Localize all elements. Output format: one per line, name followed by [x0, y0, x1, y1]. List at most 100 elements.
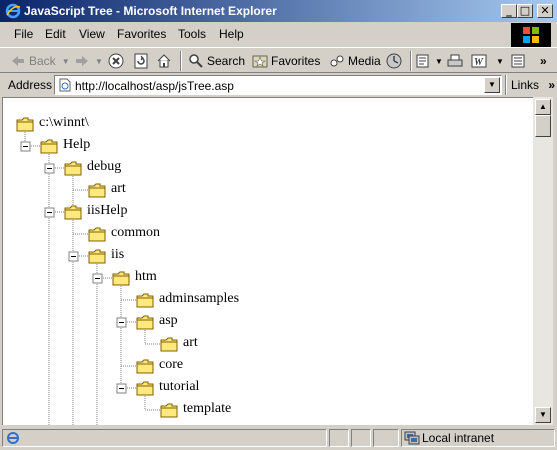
tree-node-label[interactable]: common — [111, 225, 160, 241]
links-chevron: » — [548, 78, 556, 92]
menu-favorites[interactable]: Favorites — [117, 27, 166, 41]
tree-node-label[interactable]: tutorial — [159, 379, 199, 395]
menu-help[interactable]: Help — [219, 27, 244, 41]
links-button[interactable]: Links » — [511, 78, 555, 92]
address-field[interactable]: http://localhost/asp/jsTree.asp ▼ — [54, 75, 502, 95]
search-icon — [189, 54, 203, 68]
favorites-label: Favorites — [271, 54, 321, 68]
scroll-thumb[interactable] — [535, 115, 551, 137]
tree-node-label[interactable]: iis — [111, 247, 124, 263]
links-label: Links — [511, 78, 540, 92]
mail-icon — [416, 54, 429, 68]
folder-icon[interactable] — [88, 249, 106, 264]
media-button[interactable]: Media — [329, 52, 381, 70]
discuss-icon — [511, 54, 525, 68]
favorites-button[interactable]: Favorites — [252, 52, 320, 70]
mail-dropdown-icon[interactable]: ▼ — [435, 57, 443, 66]
maximize-button[interactable]: □ — [517, 4, 533, 18]
ie-logo-icon — [5, 3, 21, 19]
standard-toolbar: Back ▼ ▼ Search Favorites Media ▼ W ▼ » — [0, 47, 557, 73]
minimize-button[interactable]: _ — [501, 4, 517, 18]
address-dropdown-icon[interactable]: ▼ — [484, 77, 500, 93]
tree-node-label[interactable]: art — [183, 335, 198, 351]
edit-dropdown-icon[interactable]: ▼ — [496, 57, 504, 66]
tree-node-label[interactable]: debug — [87, 159, 121, 175]
toolbar-separator — [410, 51, 412, 71]
media-label: Media — [348, 54, 381, 68]
back-arrow-icon — [12, 56, 24, 66]
folder-icon[interactable] — [64, 161, 82, 176]
folder-icon[interactable] — [136, 315, 154, 330]
forward-button[interactable]: ▼ — [74, 52, 103, 70]
status-bar: Local intranet — [0, 427, 557, 450]
menu-file[interactable]: File — [14, 27, 33, 41]
title-bar[interactable]: JavaScript Tree - Microsoft Internet Exp… — [0, 0, 557, 22]
discuss-button[interactable] — [510, 52, 529, 70]
refresh-button[interactable] — [133, 52, 152, 70]
local-intranet-icon — [404, 431, 420, 445]
printer-icon — [447, 54, 463, 67]
search-label: Search — [207, 54, 246, 68]
scroll-down-button[interactable]: ▼ — [535, 407, 551, 423]
edit-button[interactable]: W ▼ — [471, 52, 504, 70]
tree-node-label[interactable]: Help — [63, 137, 90, 153]
history-button[interactable] — [386, 52, 405, 70]
svg-text:W: W — [474, 57, 484, 68]
tree-node-label[interactable]: c:\winnt\ — [39, 115, 89, 131]
folder-icon[interactable] — [136, 293, 154, 308]
folder-icon[interactable] — [40, 139, 58, 154]
folder-icon[interactable] — [112, 271, 130, 286]
tree-node-label[interactable]: htm — [135, 269, 157, 285]
folder-icon[interactable] — [88, 183, 106, 198]
stop-button[interactable] — [108, 52, 127, 70]
tree-node-label[interactable]: asp — [159, 313, 178, 329]
home-button[interactable] — [156, 52, 175, 70]
page-content: c:\winnt\ Help debug art iisHelp common iis htm… — [2, 97, 533, 425]
menu-edit[interactable]: Edit — [45, 27, 66, 41]
vertical-scrollbar[interactable]: ▲ ▼ — [533, 97, 553, 425]
zone-label: Local intranet — [422, 431, 495, 445]
ie-status-icon — [7, 432, 19, 444]
folder-icon[interactable] — [64, 205, 82, 220]
back-button[interactable]: Back ▼ — [10, 52, 70, 70]
address-url: http://localhost/asp/jsTree.asp — [75, 79, 234, 93]
stop-icon — [108, 53, 124, 69]
address-label: Address — [8, 78, 53, 92]
menu-tools[interactable]: Tools — [178, 27, 206, 41]
back-dropdown-icon[interactable]: ▼ — [62, 57, 70, 66]
refresh-icon — [134, 53, 148, 69]
search-button[interactable]: Search — [188, 52, 245, 70]
status-panel — [351, 429, 371, 447]
folder-icon[interactable] — [136, 381, 154, 396]
scroll-up-button[interactable]: ▲ — [535, 99, 551, 115]
print-button[interactable] — [447, 52, 466, 70]
address-separator — [505, 75, 507, 95]
status-panel — [373, 429, 399, 447]
folder-icon[interactable] — [160, 337, 178, 352]
tree-node-label[interactable]: iisHelp — [87, 203, 127, 219]
mail-button[interactable]: ▼ — [416, 52, 443, 70]
menu-view[interactable]: View — [79, 27, 105, 41]
tree-node-label[interactable]: template — [183, 401, 231, 417]
home-icon — [157, 54, 171, 68]
page-icon — [59, 78, 71, 92]
media-icon — [330, 55, 344, 67]
forward-dropdown-icon[interactable]: ▼ — [95, 57, 103, 66]
windows-logo-throbber — [511, 23, 551, 47]
folder-icon[interactable] — [160, 403, 178, 418]
forward-arrow-icon — [76, 56, 88, 66]
tree-node-label[interactable]: core — [159, 357, 183, 373]
folder-icon[interactable] — [136, 359, 154, 374]
tree-node-label[interactable]: adminsamples — [159, 291, 239, 307]
folder-icon[interactable] — [88, 227, 106, 242]
window-title: JavaScript Tree - Microsoft Internet Exp… — [24, 4, 277, 18]
toolbar-separator — [180, 51, 182, 71]
history-icon — [386, 53, 402, 69]
folder-icon[interactable] — [16, 117, 34, 132]
browser-window: JavaScript Tree - Microsoft Internet Exp… — [0, 0, 557, 450]
back-label: Back — [29, 54, 56, 68]
toolbar-chevron[interactable]: » — [540, 52, 547, 70]
tree-node-label[interactable]: art — [111, 181, 126, 197]
menu-bar: File Edit View Favorites Tools Help — [0, 23, 500, 45]
close-button[interactable]: ✕ — [537, 4, 553, 18]
